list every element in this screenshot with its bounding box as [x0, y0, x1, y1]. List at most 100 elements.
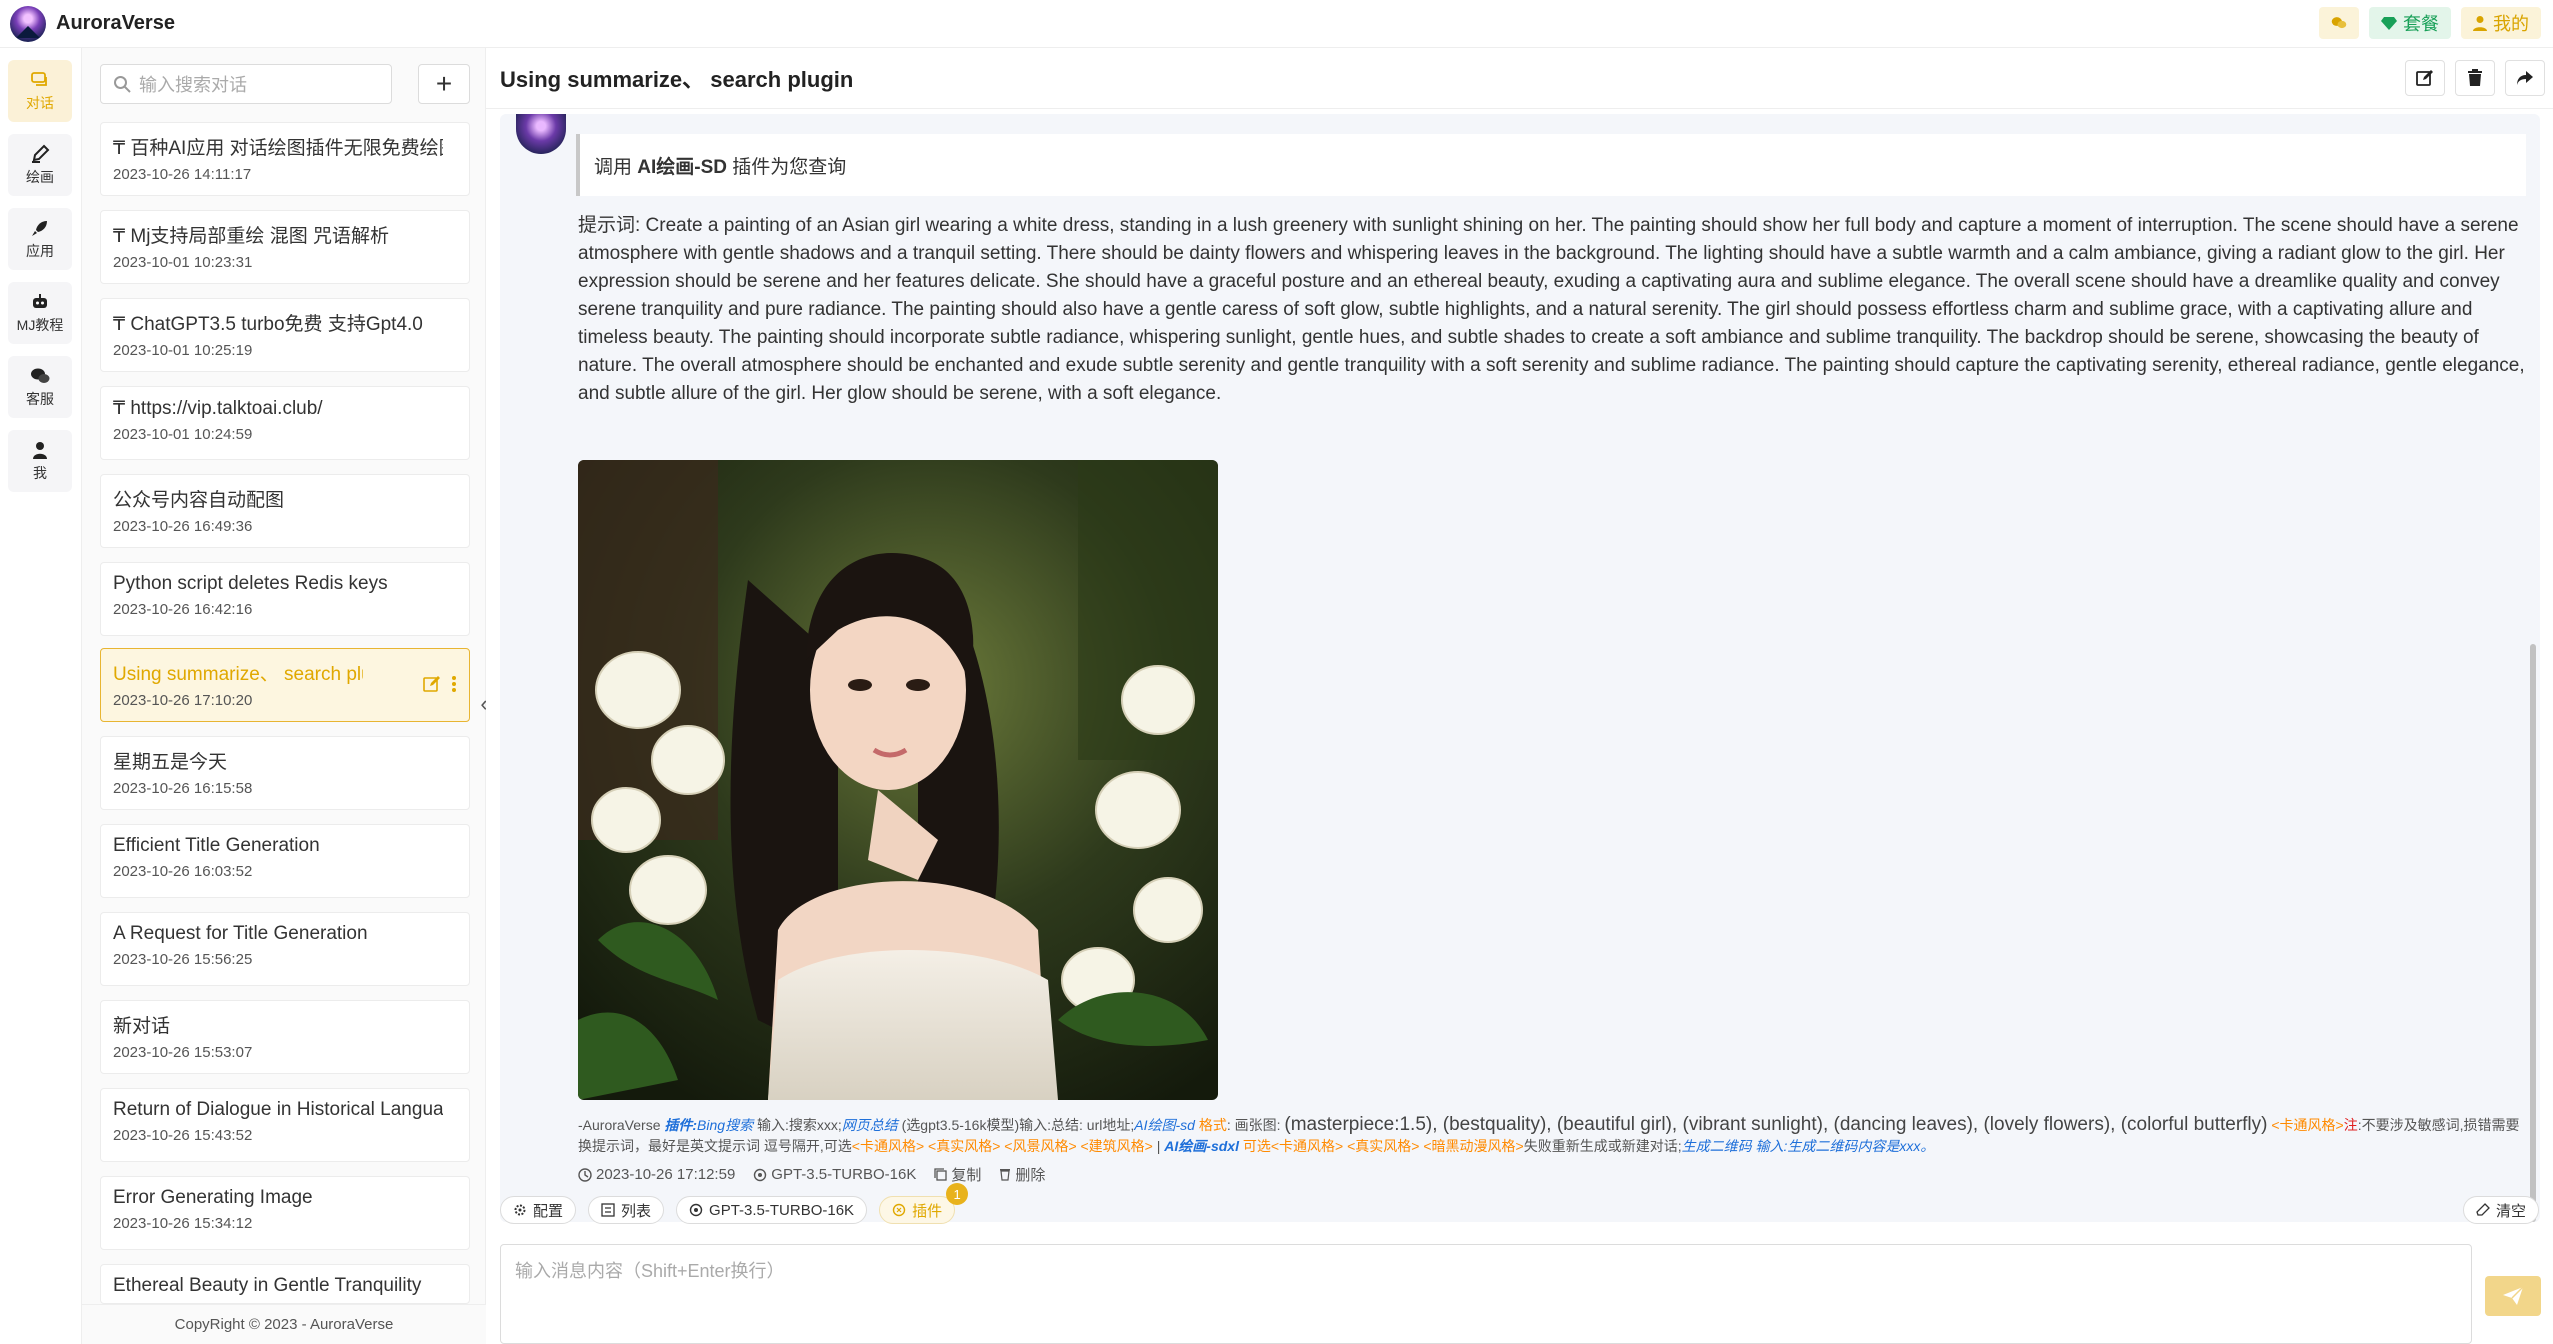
- plugin-footer: -AuroraVerse 插件:Bing搜索 输入:搜索xxx;网页总结 (选g…: [578, 1114, 2528, 1157]
- list-button[interactable]: 列表: [588, 1196, 665, 1224]
- package-button[interactable]: 套餐: [2369, 7, 2451, 39]
- robot-icon: [33, 293, 47, 308]
- conversation-item[interactable]: ₸ Mj支持局部重绘 混图 咒语解析 2023-10-01 10:23:31: [100, 210, 470, 284]
- footer-text: 输入:生成二维码内容是xxx。: [1751, 1138, 1935, 1154]
- more-icon[interactable]: [451, 675, 457, 693]
- conversation-title: ₸ Mj支持局部重绘 混图 咒语解析: [113, 226, 389, 247]
- conversation-time: 2023-10-26 16:15:58: [113, 780, 253, 797]
- conversation-item[interactable]: ₸ ChatGPT3.5 turbo免费 支持Gpt4.0 2023-10-01…: [100, 298, 470, 372]
- send-icon: [2503, 1286, 2524, 1305]
- conversation-panel: 输入搜索对话 + ₸ 百种AI应用 对话绘图插件无限免费绘图 2023-10-2…: [82, 48, 486, 1344]
- wechat-button[interactable]: [2319, 7, 2359, 39]
- user-icon: [33, 441, 47, 459]
- rail-item-support[interactable]: 客服: [8, 356, 72, 418]
- share-button[interactable]: [2505, 60, 2545, 96]
- conversation-time: 2023-10-26 15:43:52: [113, 1127, 253, 1144]
- conversation-item[interactable]: Efficient Title Generation 2023-10-26 16…: [100, 824, 470, 898]
- footer-text: 输入:搜索xxx;: [753, 1117, 842, 1133]
- conversation-title: 星期五是今天: [113, 752, 228, 773]
- conversation-item[interactable]: Error Generating Image 2023-10-26 15:34:…: [100, 1176, 470, 1250]
- edit-title-button[interactable]: [2405, 60, 2445, 96]
- conversation-time: 2023-10-26 16:42:16: [113, 601, 253, 618]
- message-input-placeholder: 输入消息内容（Shift+Enter换行）: [515, 1261, 785, 1281]
- footer-note: 注: [2343, 1117, 2358, 1133]
- top-actions: 套餐 我的: [2319, 7, 2541, 39]
- conversation-time: 2023-10-26 16:49:36: [113, 518, 253, 535]
- clear-button[interactable]: 清空: [2462, 1196, 2539, 1224]
- rail-item-draw[interactable]: 绘画: [8, 134, 72, 196]
- header-divider: [486, 108, 2553, 109]
- clock-icon: [578, 1167, 592, 1182]
- plus-icon: +: [435, 68, 453, 99]
- conversation-title: ₸ 百种AI应用 对话绘图插件无限免费绘图: [113, 138, 443, 159]
- conversation-item[interactable]: Ethereal Beauty in Gentle Tranquility: [100, 1264, 470, 1304]
- conversation-time: 2023-10-26 15:53:07: [113, 1044, 253, 1061]
- message-model: GPT-3.5-TURBO-16K: [753, 1164, 916, 1185]
- conversation-item[interactable]: Python script deletes Redis keys 2023-10…: [100, 562, 470, 636]
- conversation-title: Python script deletes Redis keys: [113, 573, 388, 594]
- footer-sdxl-link[interactable]: AI绘画-sdxl: [1164, 1138, 1239, 1154]
- conversation-title: ₸ https://vip.talktoai.club/: [113, 398, 323, 419]
- send-button[interactable]: [2485, 1276, 2541, 1316]
- clear-label: 清空: [2495, 1202, 2526, 1220]
- search-input[interactable]: 输入搜索对话: [100, 64, 392, 104]
- conversation-title: Using summarize、 search plugin: [113, 664, 363, 685]
- footer-qr-link[interactable]: 生成二维码: [1682, 1138, 1752, 1154]
- nav-rail: 对话 绘画 应用 MJ教程 客服 我: [0, 48, 82, 1344]
- footer-style: <卡通风格>: [2267, 1117, 2344, 1133]
- plugin-button[interactable]: 插件 1: [879, 1183, 969, 1224]
- rail-item-apps[interactable]: 应用: [8, 208, 72, 270]
- delete-conversation-button[interactable]: [2455, 60, 2495, 96]
- conversation-item[interactable]: A Request for Title Generation 2023-10-2…: [100, 912, 470, 986]
- footer-styles: <卡通风格> <真实风格> <风景风格> <建筑风格>: [851, 1138, 1153, 1154]
- copy-button[interactable]: 复制: [934, 1164, 981, 1185]
- message-input[interactable]: 输入消息内容（Shift+Enter换行）: [500, 1244, 2472, 1344]
- list-label: 列表: [621, 1202, 652, 1220]
- conversation-title: A Request for Title Generation: [113, 923, 368, 944]
- copy-label: 复制: [951, 1167, 982, 1184]
- footer-text: -AuroraVerse: [578, 1117, 665, 1133]
- rail-item-me[interactable]: 我: [8, 430, 72, 492]
- rail-item-chat[interactable]: 对话: [8, 60, 72, 122]
- conversation-item[interactable]: ₸ https://vip.talktoai.club/ 2023-10-01 …: [100, 386, 470, 460]
- app-logo: [10, 6, 46, 42]
- conversation-time: 2023-10-26 17:10:20: [113, 692, 253, 709]
- mine-button[interactable]: 我的: [2461, 7, 2541, 39]
- conversation-item-active[interactable]: Using summarize、 search plugin 2023-10-2…: [100, 648, 470, 722]
- conversation-item[interactable]: 新对话 2023-10-26 15:53:07: [100, 1000, 470, 1074]
- header-actions: [2405, 60, 2545, 96]
- message-scrollbar[interactable]: [2530, 644, 2536, 1222]
- footer-bing-link[interactable]: Bing搜索: [697, 1117, 753, 1133]
- config-button[interactable]: 配置: [500, 1196, 577, 1224]
- search-icon: [114, 76, 131, 93]
- edit-icon: [2416, 70, 2433, 86]
- assistant-avatar: [516, 114, 566, 154]
- plugin-count-badge: 1: [946, 1183, 969, 1205]
- rail-item-mj[interactable]: MJ教程: [8, 282, 72, 344]
- plugin-name: AI绘画-SD: [637, 157, 728, 178]
- delete-message-button[interactable]: 删除: [999, 1164, 1045, 1185]
- conversation-item[interactable]: ₸ 百种AI应用 对话绘图插件无限免费绘图 2023-10-26 14:11:1…: [100, 122, 470, 196]
- chat-title: Using summarize、 search plugin: [500, 67, 854, 92]
- conversation-item[interactable]: Return of Dialogue in Historical Langua …: [100, 1088, 470, 1162]
- footer-tags: (masterpiece:1.5), (bestquality), (beaut…: [1284, 1114, 2268, 1135]
- diamond-icon: [2381, 17, 2397, 30]
- rail-label-draw: 绘画: [26, 168, 54, 185]
- plugin-call-prefix: 调用: [594, 157, 638, 178]
- conversation-item[interactable]: 星期五是今天 2023-10-26 16:15:58: [100, 736, 470, 810]
- conversation-time: 2023-10-26 14:11:17: [113, 166, 252, 183]
- message-meta: 2023-10-26 17:12:59 GPT-3.5-TURBO-16K 复制…: [578, 1164, 1045, 1185]
- new-conversation-button[interactable]: +: [418, 64, 470, 104]
- rail-label-mj: MJ教程: [16, 316, 64, 333]
- model-selector[interactable]: GPT-3.5-TURBO-16K: [676, 1196, 868, 1224]
- edit-icon[interactable]: [423, 675, 441, 693]
- footer-sd-link[interactable]: AI绘图-sd: [1134, 1117, 1195, 1133]
- list-icon: [601, 1203, 615, 1217]
- plugin-label: 插件: [912, 1202, 943, 1220]
- share-icon: [2517, 71, 2533, 85]
- generated-image[interactable]: [578, 460, 1218, 1100]
- conversation-time: 2023-10-01 10:25:19: [113, 342, 253, 359]
- footer-summary-link[interactable]: 网页总结: [842, 1117, 898, 1133]
- conversation-item[interactable]: 公众号内容自动配图 2023-10-26 16:49:36: [100, 474, 470, 548]
- footer-text: 可选: [1238, 1138, 1271, 1154]
